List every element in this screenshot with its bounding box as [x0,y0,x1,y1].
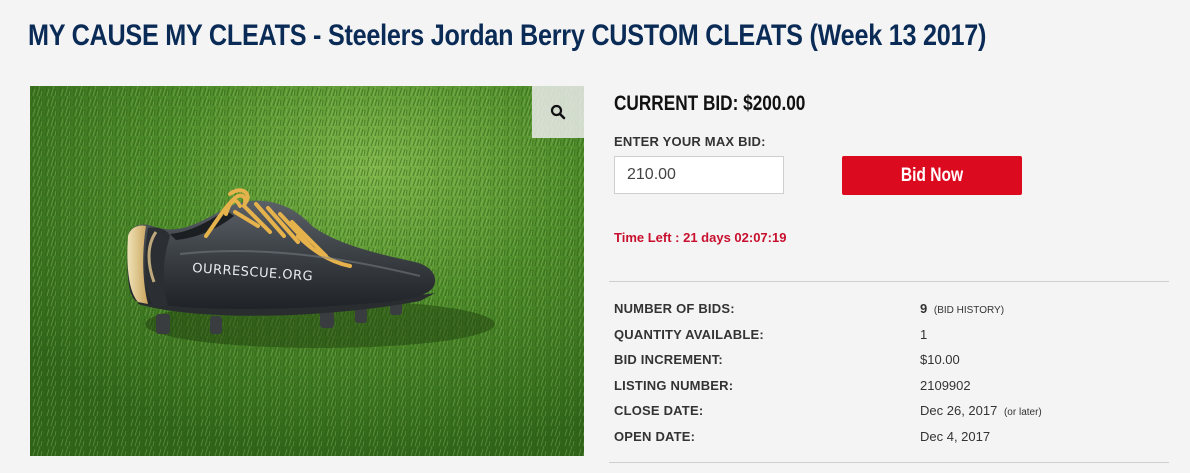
product-image[interactable]: OURRESCUE.ORG [30,86,584,456]
divider [609,281,1169,282]
zoom-button[interactable] [532,86,584,138]
divider [609,462,1169,463]
max-bid-label: ENTER YOUR MAX BID: [614,134,766,149]
close-date-value-wrap: Dec 26, 2017 (or later) [920,401,1042,423]
page-title: MY CAUSE MY CLEATS - Steelers Jordan Ber… [28,19,987,52]
open-date-value: Dec 4, 2017 [920,428,991,444]
close-date-label: CLOSE DATE: [614,403,704,418]
listing-number-value: 2109902 [920,377,971,393]
number-of-bids-value-wrap: 9 (BID HISTORY) [920,299,1004,321]
bid-history-link[interactable]: (BID HISTORY) [934,305,1004,316]
bid-increment-label: BID INCREMENT: [614,352,723,367]
current-bid: CURRENT BID: $200.00 [614,92,806,115]
quantity-available-label: QUANTITY AVAILABLE: [614,326,764,342]
bid-now-label: Bid Now [900,164,964,186]
number-of-bids-value: 9 [920,301,928,316]
detail-row-number-of-bids: NUMBER OF BIDS: 9 (BID HISTORY) [614,299,1170,325]
detail-row-open-date: OPEN DATE: Dec 4, 2017 [614,427,1170,453]
detail-row-close-date: CLOSE DATE: Dec 26, 2017 (or later) [614,401,1170,427]
cleat-photo: OURRESCUE.ORG [30,86,584,456]
quantity-available-value: 1 [920,326,928,342]
number-of-bids-label: NUMBER OF BIDS: [614,301,735,316]
bid-increment-value: $10.00 [920,352,960,367]
magnifier-icon [550,104,566,120]
detail-row-listing-number: LISTING NUMBER: 2109902 [614,376,1170,402]
close-date-value: Dec 26, 2017 [920,403,998,418]
detail-row-bid-increment: BID INCREMENT: $10.00 [614,350,1170,376]
close-date-note: (or later) [1003,407,1042,418]
detail-row-quantity: QUANTITY AVAILABLE: 1 [614,325,1170,351]
listing-number-label: LISTING NUMBER: [614,377,734,393]
bid-now-button[interactable]: Bid Now [842,156,1022,195]
max-bid-input[interactable] [614,156,784,194]
open-date-label: OPEN DATE: [614,428,696,444]
time-left: Time Left : 21 days 02:07:19 [614,230,787,245]
listing-details: NUMBER OF BIDS: 9 (BID HISTORY) QUANTITY… [614,299,1170,452]
